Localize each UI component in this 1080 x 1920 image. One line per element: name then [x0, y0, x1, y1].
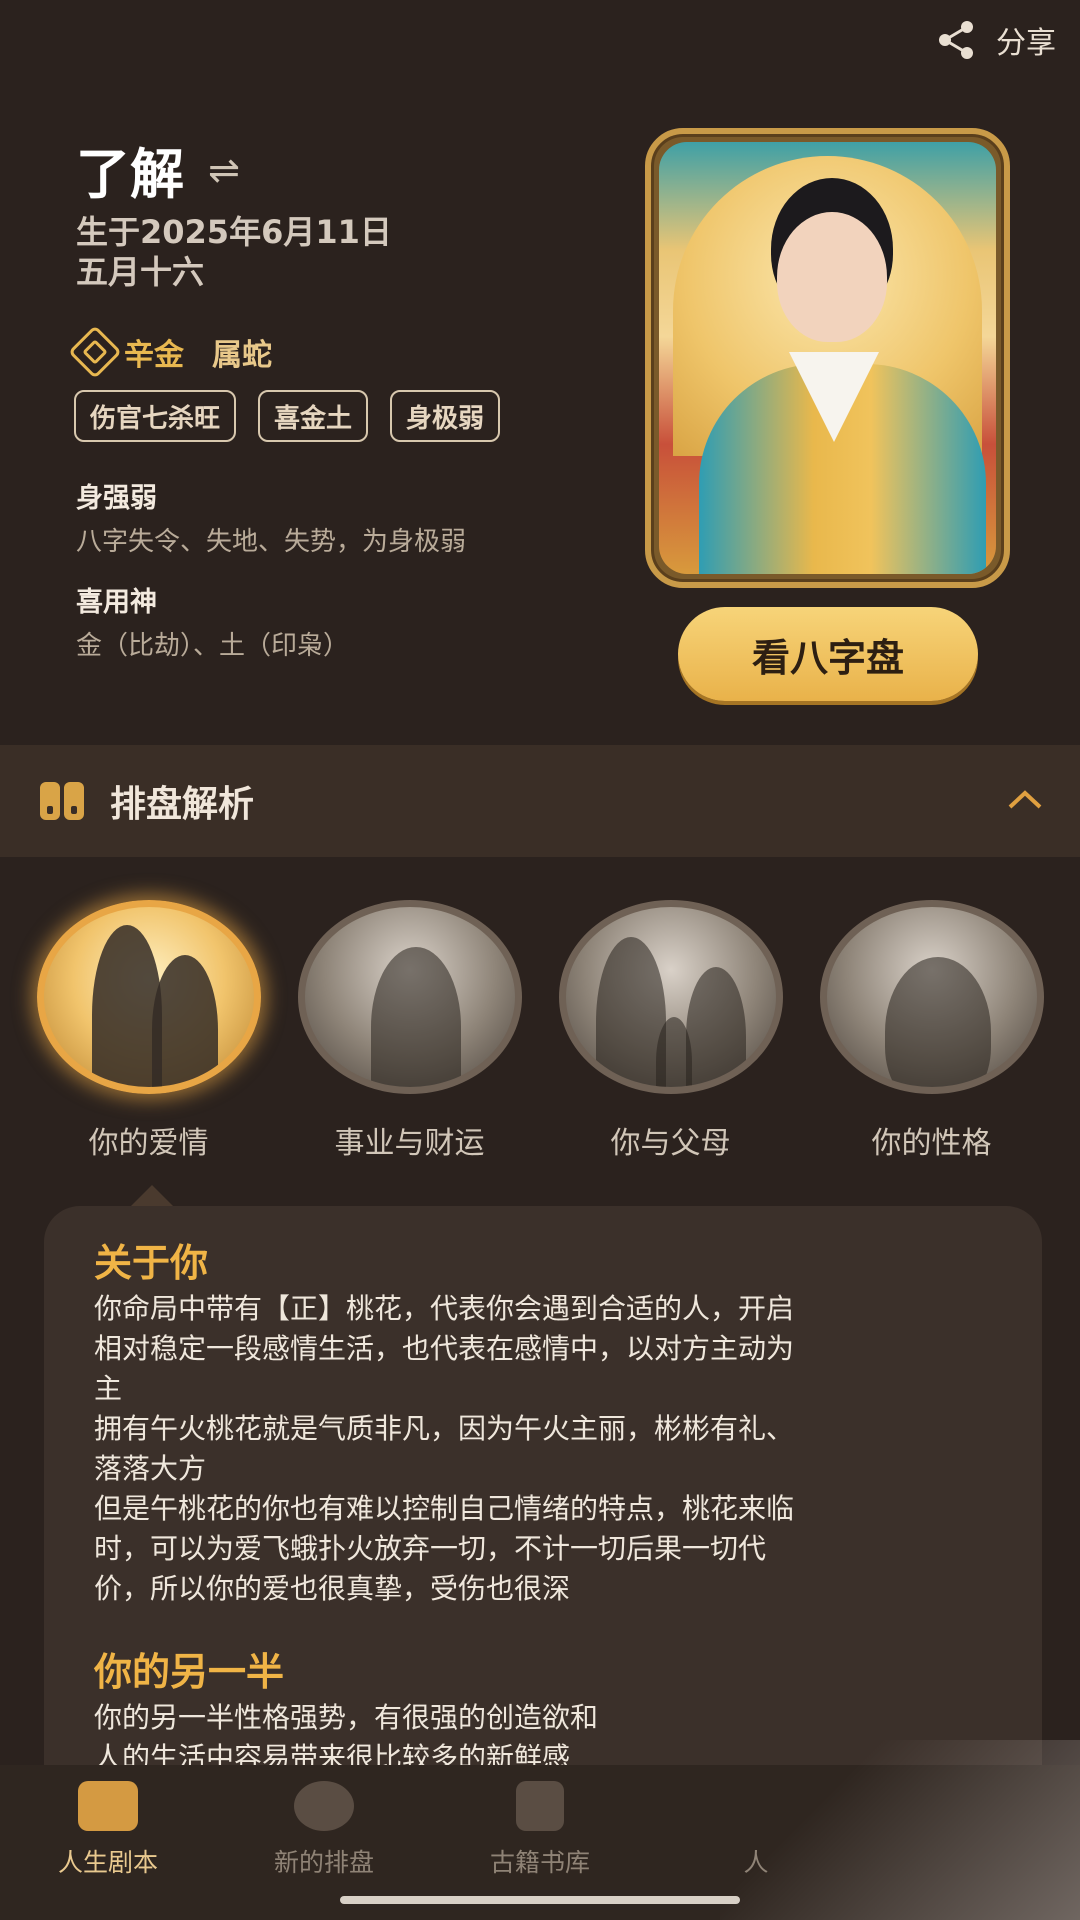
tab-label: 你的爱情 — [88, 1126, 209, 1161]
partner-text: 你的另一半性格强势，有很强的创造欲和 人的生活中容易带来很比较多的新鲜感 — [94, 1701, 599, 1766]
tab-label: 事业与财运 — [334, 1126, 485, 1161]
tab-love[interactable]: 你的爱情 — [34, 900, 264, 1162]
tag: 喜金土 — [258, 390, 369, 442]
personality-image — [819, 900, 1044, 1094]
career-image — [297, 900, 522, 1094]
tag-list: 伤官七杀旺 喜金土 身极弱 — [74, 390, 501, 442]
element-icon — [68, 325, 122, 379]
book-icon — [516, 1781, 564, 1831]
profile-name: 了解 — [76, 143, 184, 206]
share-label: 分享 — [996, 26, 1056, 61]
strength-title: 身强弱 — [76, 483, 157, 514]
strength-block: 身强弱 八字失令、失地、失势，为身极弱 — [76, 476, 466, 558]
partner-heading: 你的另一半 — [94, 1650, 285, 1694]
active-tab-pointer — [130, 1185, 174, 1207]
portrait-image — [659, 142, 996, 574]
home-indicator[interactable] — [340, 1896, 740, 1904]
nav-label: 人 — [743, 1848, 769, 1877]
about-you-text: 你命局中带有【正】桃花，代表你会遇到合适的人，开启 相对稳定一段感情生活，也代表… — [94, 1292, 795, 1605]
analysis-card: 关于你 你命局中带有【正】桃花，代表你会遇到合适的人，开启 相对稳定一段感情生活… — [44, 1206, 1042, 1766]
love-image — [36, 900, 261, 1094]
tab-label: 你的性格 — [871, 1126, 992, 1161]
nav-label: 新的排盘 — [273, 1848, 374, 1877]
portrait-card — [645, 128, 1010, 588]
birth-info: 生于2025年6月11日 五月十六 — [76, 212, 392, 292]
birth-lunar: 五月十六 — [76, 253, 205, 291]
nav-label: 古籍书库 — [489, 1848, 590, 1877]
tab-career-wealth[interactable]: 事业与财运 — [295, 900, 525, 1162]
nav-life-script[interactable]: 人生剧本 — [0, 1765, 216, 1920]
tag: 伤官七杀旺 — [74, 390, 237, 442]
chevron-up-icon[interactable] — [1000, 775, 1050, 825]
analysis-section-header[interactable]: 排盘解析 — [0, 745, 1080, 857]
about-you-heading: 关于你 — [94, 1241, 209, 1285]
swap-icon[interactable]: ⇌ — [208, 148, 240, 192]
book-icon — [40, 782, 84, 820]
share-icon — [939, 21, 973, 59]
category-tabs: 你的爱情 事业与财运 你与父母 你的性格 — [0, 900, 1080, 1162]
view-bazi-chart-button[interactable]: 看八字盘 — [678, 607, 978, 701]
tag: 身极弱 — [390, 390, 501, 442]
day-master: 辛金 — [68, 325, 184, 379]
compass-icon — [294, 1781, 354, 1831]
section-title: 排盘解析 — [110, 784, 255, 825]
profile-icon — [726, 1781, 786, 1831]
share-button[interactable]: 分享 — [934, 18, 1056, 62]
nav-label: 人生剧本 — [57, 1848, 158, 1877]
parents-image — [558, 900, 783, 1094]
element-row: 辛金 属蛇 — [68, 325, 272, 379]
strength-text: 八字失令、失地、失势，为身极弱 — [76, 527, 467, 557]
favorable-title: 喜用神 — [76, 587, 157, 618]
profile-title-row: 了解 ⇌ — [76, 130, 240, 209]
birth-solar: 生于2025年6月11日 — [76, 213, 392, 251]
favorable-text: 金（比劫）、土（印枭） — [76, 631, 350, 661]
tab-parents[interactable]: 你与父母 — [556, 900, 786, 1162]
element-label: 辛金 — [124, 338, 184, 373]
tab-label: 你与父母 — [610, 1126, 731, 1161]
script-icon — [78, 1781, 138, 1831]
zodiac-label: 属蛇 — [212, 338, 272, 373]
tab-personality[interactable]: 你的性格 — [817, 900, 1047, 1162]
favorable-block: 喜用神 金（比劫）、土（印枭） — [76, 580, 349, 662]
